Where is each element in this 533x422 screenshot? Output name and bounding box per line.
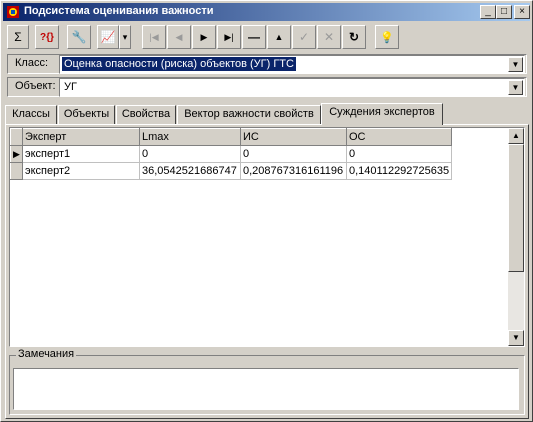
column-header[interactable]: ОС [345, 128, 453, 146]
tab-importance-vector[interactable]: Вектор важности свойств [177, 105, 321, 125]
minimize-button[interactable]: _ [480, 5, 496, 19]
delete-record-icon: — [248, 30, 260, 44]
toolbar: Σ ?{} 🔧 📈 ▾ |◀ ◀ ▶ ▶| — ▲ ✓ ✕ ↻ 💡 [5, 24, 529, 52]
table-cell[interactable]: 0,208767316161196 [240, 162, 347, 180]
sigma-icon: Σ [14, 30, 22, 44]
scroll-down-icon[interactable]: ▼ [508, 330, 524, 346]
chevron-down-icon[interactable]: ▼ [508, 80, 523, 95]
window-title: Подсистема оценивания важности [24, 5, 214, 17]
tab-properties[interactable]: Свойства [116, 105, 176, 125]
table-cell[interactable]: эксперт2 [22, 162, 140, 180]
header-row: Эксперт Lmax ИС ОС [10, 128, 453, 146]
column-header[interactable]: ИС [240, 128, 347, 146]
class-label: Класс: [15, 57, 48, 69]
edit-record-icon: ▲ [274, 32, 284, 42]
delete-record-button[interactable]: — [242, 25, 266, 49]
class-select[interactable]: Оценка опасности (риска) объектов (УГ) Г… [59, 55, 525, 74]
column-header[interactable]: Эксперт [22, 128, 140, 146]
post-edit-icon: ✓ [298, 30, 310, 44]
column-header[interactable]: Lmax [139, 128, 241, 146]
maximize-button[interactable]: □ [496, 5, 512, 19]
sigma-button[interactable]: Σ [7, 25, 29, 49]
object-row: Объект: УГ ▼ [5, 76, 529, 98]
lightbulb-icon: 💡 [380, 31, 394, 44]
scroll-up-icon[interactable]: ▲ [508, 128, 524, 144]
main-window: Подсистема оценивания важности _ □ × Σ ?… [0, 0, 533, 422]
hint-button[interactable]: 💡 [375, 25, 399, 49]
next-record-button[interactable]: ▶ [192, 25, 216, 49]
notes-group: Замечания [9, 348, 525, 415]
chart-dropdown-button[interactable]: ▾ [119, 25, 131, 49]
chevron-down-icon[interactable]: ▼ [508, 57, 523, 72]
experts-table: Эксперт Lmax ИС ОС ▶ эксперт1 0 0 0 эксп… [10, 128, 453, 180]
refresh-button[interactable]: ↻ [342, 25, 366, 49]
title-bar[interactable]: Подсистема оценивания важности _ □ × [3, 3, 530, 21]
tab-classes[interactable]: Классы [5, 105, 57, 125]
chart-button[interactable]: 📈 [97, 25, 119, 49]
scroll-thumb[interactable] [508, 144, 524, 272]
table-row[interactable]: эксперт2 36,0542521686747 0,208767316161… [10, 162, 453, 180]
notes-label: Замечания [16, 348, 77, 360]
chart-dropdown-icon: ▾ [122, 31, 128, 42]
edit-record-button[interactable]: ▲ [267, 25, 291, 49]
app-icon [7, 6, 19, 18]
table-cell[interactable]: 36,0542521686747 [139, 162, 241, 180]
table-cell[interactable]: эксперт1 [22, 145, 140, 163]
tab-expert-judgments[interactable]: Суждения экспертов [321, 103, 443, 125]
last-record-icon: ▶| [224, 31, 234, 42]
table-cell[interactable]: 0 [139, 145, 241, 163]
tab-objects[interactable]: Объекты [58, 105, 115, 125]
prior-record-icon: ◀ [175, 31, 183, 42]
first-record-icon: |◀ [149, 31, 159, 42]
object-label: Объект: [15, 80, 56, 92]
tools-icon: 🔧 [71, 30, 87, 44]
object-select[interactable]: УГ ▼ [59, 78, 525, 97]
tools-button[interactable]: 🔧 [67, 25, 91, 49]
cancel-edit-icon: ✕ [323, 30, 335, 44]
table-cell[interactable]: 0,140112292725635 [346, 162, 453, 180]
last-record-button[interactable]: ▶| [217, 25, 241, 49]
vertical-scrollbar[interactable]: ▲ ▼ [508, 128, 524, 346]
current-row-indicator-icon[interactable]: ▶ [10, 145, 23, 163]
chart-icon: 📈 [100, 30, 116, 44]
refresh-icon: ↻ [348, 30, 360, 44]
first-record-button[interactable]: |◀ [142, 25, 166, 49]
tab-strip: Классы Объекты Свойства Вектор важности … [5, 103, 529, 125]
cancel-edit-button[interactable]: ✕ [317, 25, 341, 49]
next-record-icon: ▶ [200, 31, 208, 42]
notes-textarea[interactable] [13, 368, 519, 410]
prior-record-button[interactable]: ◀ [167, 25, 191, 49]
row-indicator[interactable] [10, 162, 23, 180]
experts-grid[interactable]: Эксперт Lmax ИС ОС ▶ эксперт1 0 0 0 эксп… [9, 127, 525, 347]
close-button[interactable]: × [514, 5, 530, 19]
help-button[interactable]: ?{} [35, 25, 59, 49]
table-cell[interactable]: 0 [346, 145, 453, 163]
class-row: Класс: Оценка опасности (риска) объектов… [5, 53, 529, 75]
class-select-value: Оценка опасности (риска) объектов (УГ) Г… [62, 57, 296, 71]
indicator-header [10, 128, 23, 146]
help-icon: ?{} [40, 31, 54, 43]
table-cell[interactable]: 0 [240, 145, 347, 163]
post-edit-button[interactable]: ✓ [292, 25, 316, 49]
object-select-value: УГ [64, 81, 77, 93]
table-row[interactable]: ▶ эксперт1 0 0 0 [10, 145, 453, 163]
